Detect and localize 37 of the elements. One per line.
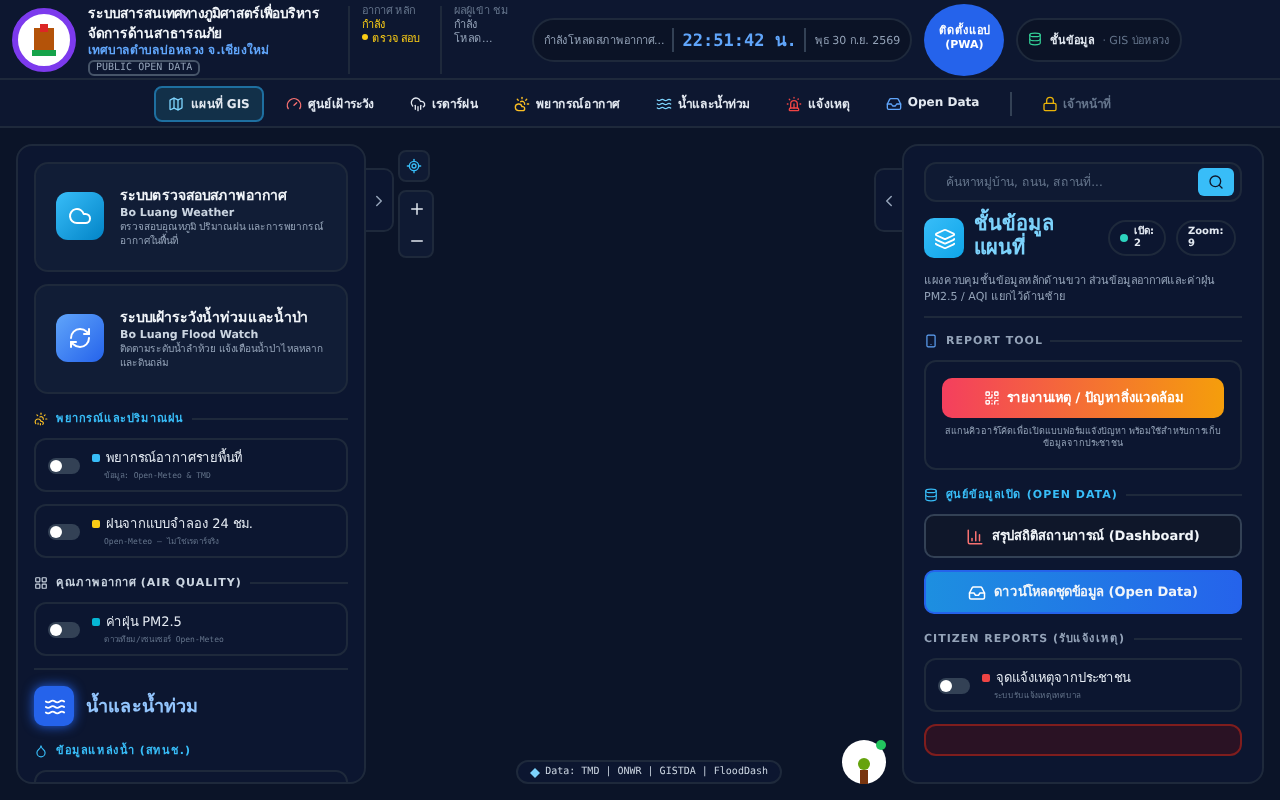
chevron-left-icon	[880, 191, 898, 209]
plus-icon	[407, 199, 425, 217]
grid-icon	[34, 575, 48, 589]
siren-icon	[785, 95, 802, 111]
database-icon	[924, 487, 938, 501]
refresh-icon	[56, 314, 104, 362]
map-icon	[168, 95, 185, 111]
qr-code-icon	[983, 390, 1000, 406]
locate-button[interactable]	[398, 150, 430, 182]
layers-icon	[924, 218, 964, 258]
sun-cloud-icon	[34, 411, 48, 425]
avatar[interactable]	[842, 740, 886, 784]
toggle-switch[interactable]	[48, 523, 80, 539]
database-icon	[1028, 32, 1043, 46]
gauge-icon	[285, 95, 302, 111]
toggle-switch[interactable]	[48, 621, 80, 637]
clock: 22:51:42 น.	[682, 29, 797, 53]
waves-icon	[34, 686, 74, 726]
inbox-icon	[885, 95, 902, 111]
inbox-icon	[968, 583, 987, 601]
seal-logo	[12, 7, 76, 71]
lock-icon	[1041, 95, 1058, 111]
search-icon	[1208, 174, 1224, 190]
search-button[interactable]	[1198, 168, 1234, 196]
diamond-icon	[529, 767, 540, 777]
locate-icon	[406, 158, 422, 174]
toggle-switch[interactable]	[938, 677, 970, 693]
sun-cloud-icon	[513, 95, 530, 111]
group-title: น้ำและน้ำท่วม	[86, 692, 198, 720]
waves-icon	[655, 95, 672, 111]
toggle-switch[interactable]	[48, 457, 80, 473]
rain-cloud-icon	[409, 95, 426, 111]
chevron-right-icon	[370, 191, 388, 209]
cloud-icon	[56, 192, 104, 240]
bar-chart-icon	[966, 527, 985, 545]
phone-icon	[924, 334, 938, 348]
droplet-icon	[34, 743, 48, 757]
